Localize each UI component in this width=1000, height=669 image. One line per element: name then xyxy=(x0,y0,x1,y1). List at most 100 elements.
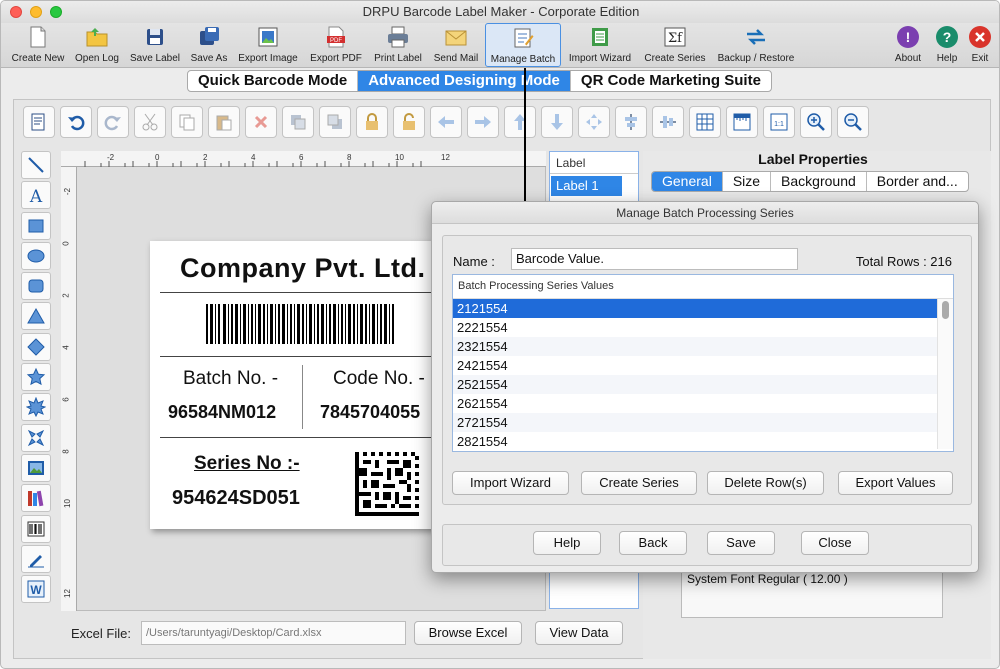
dialog-back-button[interactable]: Back xyxy=(619,531,687,555)
sigma-icon: Σf xyxy=(664,27,686,47)
align-bottom-button[interactable] xyxy=(541,106,573,138)
lock-button[interactable] xyxy=(356,106,388,138)
series-value-text[interactable]: 954624SD051 xyxy=(172,487,300,510)
center-button[interactable] xyxy=(578,106,610,138)
tab-general[interactable]: General xyxy=(652,172,723,191)
table-row[interactable]: 2621554 xyxy=(453,394,953,413)
datamatrix-barcode[interactable] xyxy=(355,451,419,517)
cut-button[interactable] xyxy=(134,106,166,138)
grid-button[interactable] xyxy=(689,106,721,138)
watermark-tool[interactable]: W xyxy=(21,575,51,604)
print-label-button[interactable]: Print Label xyxy=(369,23,427,68)
diamond-tool[interactable] xyxy=(21,332,51,361)
align-left-button[interactable] xyxy=(430,106,462,138)
align-top-button[interactable] xyxy=(504,106,536,138)
burst-tool[interactable] xyxy=(21,393,51,422)
align-vertical-center-button[interactable] xyxy=(615,106,647,138)
open-log-button[interactable]: Open Log xyxy=(71,23,123,68)
library-tool[interactable] xyxy=(21,484,51,513)
exit-icon xyxy=(969,26,991,48)
tab-border[interactable]: Border and... xyxy=(867,172,968,191)
dialog-help-button[interactable]: Help xyxy=(533,531,601,555)
bring-forward-button[interactable] xyxy=(282,106,314,138)
tab-quick-barcode-mode[interactable]: Quick Barcode Mode xyxy=(188,71,359,91)
barcode-tool[interactable] xyxy=(21,514,51,543)
table-row[interactable]: 2421554 xyxy=(453,356,953,375)
question-circle-icon: ! xyxy=(897,26,919,48)
company-name-text[interactable]: Company Pvt. Ltd. xyxy=(180,253,426,284)
dialog-save-button[interactable]: Save xyxy=(707,531,775,555)
code-value-text[interactable]: 7845704055 xyxy=(320,402,420,423)
tab-background[interactable]: Background xyxy=(771,172,867,191)
help-button[interactable]: ? Help xyxy=(929,23,965,68)
ruler-button[interactable] xyxy=(726,106,758,138)
export-pdf-button[interactable]: PDF Export PDF xyxy=(306,23,366,68)
manage-batch-button[interactable]: Manage Batch xyxy=(485,23,561,67)
manage-batch-icon xyxy=(514,28,534,48)
create-new-button[interactable]: Create New xyxy=(7,23,69,68)
redo-button[interactable] xyxy=(97,106,129,138)
table-row[interactable]: 2321554 xyxy=(453,337,953,356)
import-wizard-dialog-button[interactable]: Import Wizard xyxy=(452,471,569,495)
series-name-field[interactable]: Barcode Value. xyxy=(511,248,798,270)
dialog-close-button[interactable]: Close xyxy=(801,531,869,555)
signature-tool[interactable] xyxy=(21,544,51,573)
export-values-button[interactable]: Export Values xyxy=(838,471,953,495)
exit-button[interactable]: Exit xyxy=(965,23,995,68)
zoom-in-button[interactable] xyxy=(800,106,832,138)
ellipse-tool[interactable] xyxy=(21,241,51,270)
save-as-button[interactable]: Save As xyxy=(187,23,231,68)
save-label-button[interactable]: Save Label xyxy=(127,23,183,68)
divider xyxy=(160,437,432,438)
arrow-shape-tool[interactable] xyxy=(21,423,51,452)
tab-size[interactable]: Size xyxy=(723,172,772,191)
table-row[interactable]: 2121554 xyxy=(453,299,953,318)
table-row[interactable]: 2521554 xyxy=(453,375,953,394)
rectangle-tool[interactable] xyxy=(21,211,51,240)
import-wizard-button[interactable]: Import Wizard xyxy=(564,23,636,68)
text-tool[interactable]: A xyxy=(21,181,51,210)
tab-advanced-designing-mode[interactable]: Advanced Designing Mode xyxy=(358,71,571,91)
series-label-text[interactable]: Series No :- xyxy=(194,453,300,475)
undo-button[interactable] xyxy=(60,106,92,138)
batch-value-text[interactable]: 96584NM012 xyxy=(168,402,276,423)
export-image-button[interactable]: Export Image xyxy=(234,23,302,68)
properties-button[interactable] xyxy=(23,106,55,138)
rounded-rectangle-tool[interactable] xyxy=(21,272,51,301)
paste-button[interactable] xyxy=(208,106,240,138)
browse-excel-button[interactable]: Browse Excel xyxy=(414,621,522,645)
backup-restore-button[interactable]: Backup / Restore xyxy=(713,23,799,68)
batch-label-text[interactable]: Batch No. - xyxy=(183,368,278,390)
image-tool[interactable] xyxy=(21,453,51,482)
table-row[interactable]: 2821554 xyxy=(453,432,953,451)
code-label-text[interactable]: Code No. - xyxy=(333,368,425,390)
font-preview-box[interactable]: System Font Regular ( 12.00 ) xyxy=(681,566,943,618)
line-tool[interactable] xyxy=(21,151,51,179)
about-button[interactable]: ! About xyxy=(889,23,927,68)
send-backward-button[interactable] xyxy=(319,106,351,138)
unlock-button[interactable] xyxy=(393,106,425,138)
tab-qr-code-marketing-suite[interactable]: QR Code Marketing Suite xyxy=(571,71,771,91)
delete-button[interactable] xyxy=(245,106,277,138)
excel-file-path-field[interactable]: /Users/taruntyagi/Desktop/Card.xlsx xyxy=(141,621,406,645)
scrollbar-thumb[interactable] xyxy=(942,301,949,319)
zoom-out-button[interactable] xyxy=(837,106,869,138)
table-row[interactable]: 2221554 xyxy=(453,318,953,337)
create-series-button[interactable]: Σf Create Series xyxy=(639,23,711,68)
create-series-dialog-button[interactable]: Create Series xyxy=(581,471,697,495)
delete-rows-button[interactable]: Delete Row(s) xyxy=(707,471,824,495)
label-preview[interactable]: Company Pvt. Ltd. Batch No. - 96584NM012… xyxy=(150,241,440,529)
align-horizontal-center-button[interactable] xyxy=(652,106,684,138)
copy-button[interactable] xyxy=(171,106,203,138)
properties-tabs: General Size Background Border and... xyxy=(651,171,969,192)
view-data-button[interactable]: View Data xyxy=(535,621,623,645)
align-right-button[interactable] xyxy=(467,106,499,138)
actual-size-button[interactable]: 1:1 xyxy=(763,106,795,138)
linear-barcode[interactable] xyxy=(206,304,394,344)
send-mail-button[interactable]: Send Mail xyxy=(430,23,482,68)
table-scrollbar[interactable] xyxy=(937,299,953,449)
star-tool[interactable] xyxy=(21,363,51,392)
table-row[interactable]: 2721554 xyxy=(453,413,953,432)
label-list-item[interactable]: Label 1 xyxy=(551,176,622,196)
triangle-tool[interactable] xyxy=(21,302,51,331)
